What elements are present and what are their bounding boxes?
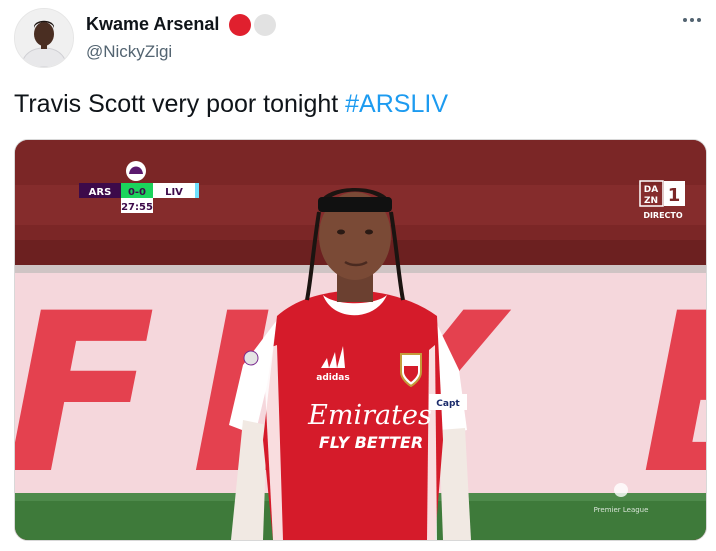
white-circle-emoji bbox=[254, 14, 276, 36]
tweet-card: Kwame Arsenal @NickyZigi Travis Scott ve… bbox=[0, 0, 716, 551]
away-team-abbr: LIV bbox=[165, 187, 183, 198]
broadcaster-logo: DA ZN 1 DIRECTO bbox=[639, 180, 685, 220]
tweet-body: Travis Scott very poor tonight bbox=[14, 90, 346, 118]
captain-armband: Capt bbox=[436, 399, 460, 409]
display-name[interactable]: Kwame Arsenal bbox=[86, 14, 219, 35]
user-handle[interactable]: @NickyZigi bbox=[86, 42, 172, 62]
match-screenshot: FLY BETTER ARS 0-0 LIV 27:55 bbox=[15, 140, 706, 540]
tweet-media-image[interactable]: FLY BETTER ARS 0-0 LIV 27:55 bbox=[14, 139, 707, 541]
shirt-sponsor: Emirates bbox=[307, 400, 432, 431]
shirt-sponsor-tagline: FLY BETTER bbox=[319, 433, 423, 452]
avatar-image bbox=[15, 9, 73, 67]
red-circle-emoji bbox=[229, 14, 251, 36]
hashtag-link[interactable]: #ARSLIV bbox=[345, 90, 448, 118]
broadcaster-logo-top: DA bbox=[644, 185, 658, 195]
avatar[interactable] bbox=[14, 8, 74, 68]
match-clock: 27:55 bbox=[121, 202, 153, 213]
league-logo-text: Premier League bbox=[594, 506, 649, 514]
broadcaster-logo-bottom: ZN bbox=[644, 196, 658, 206]
kit-brand: adidas bbox=[316, 373, 349, 383]
broadcaster-channel: 1 bbox=[668, 185, 681, 206]
broadcast-status: DIRECTO bbox=[643, 211, 683, 220]
more-options-icon[interactable] bbox=[680, 12, 704, 28]
score: 0-0 bbox=[128, 187, 146, 198]
home-team-abbr: ARS bbox=[89, 187, 112, 198]
tweet-text: Travis Scott very poor tonight #ARSLIV bbox=[14, 90, 448, 119]
